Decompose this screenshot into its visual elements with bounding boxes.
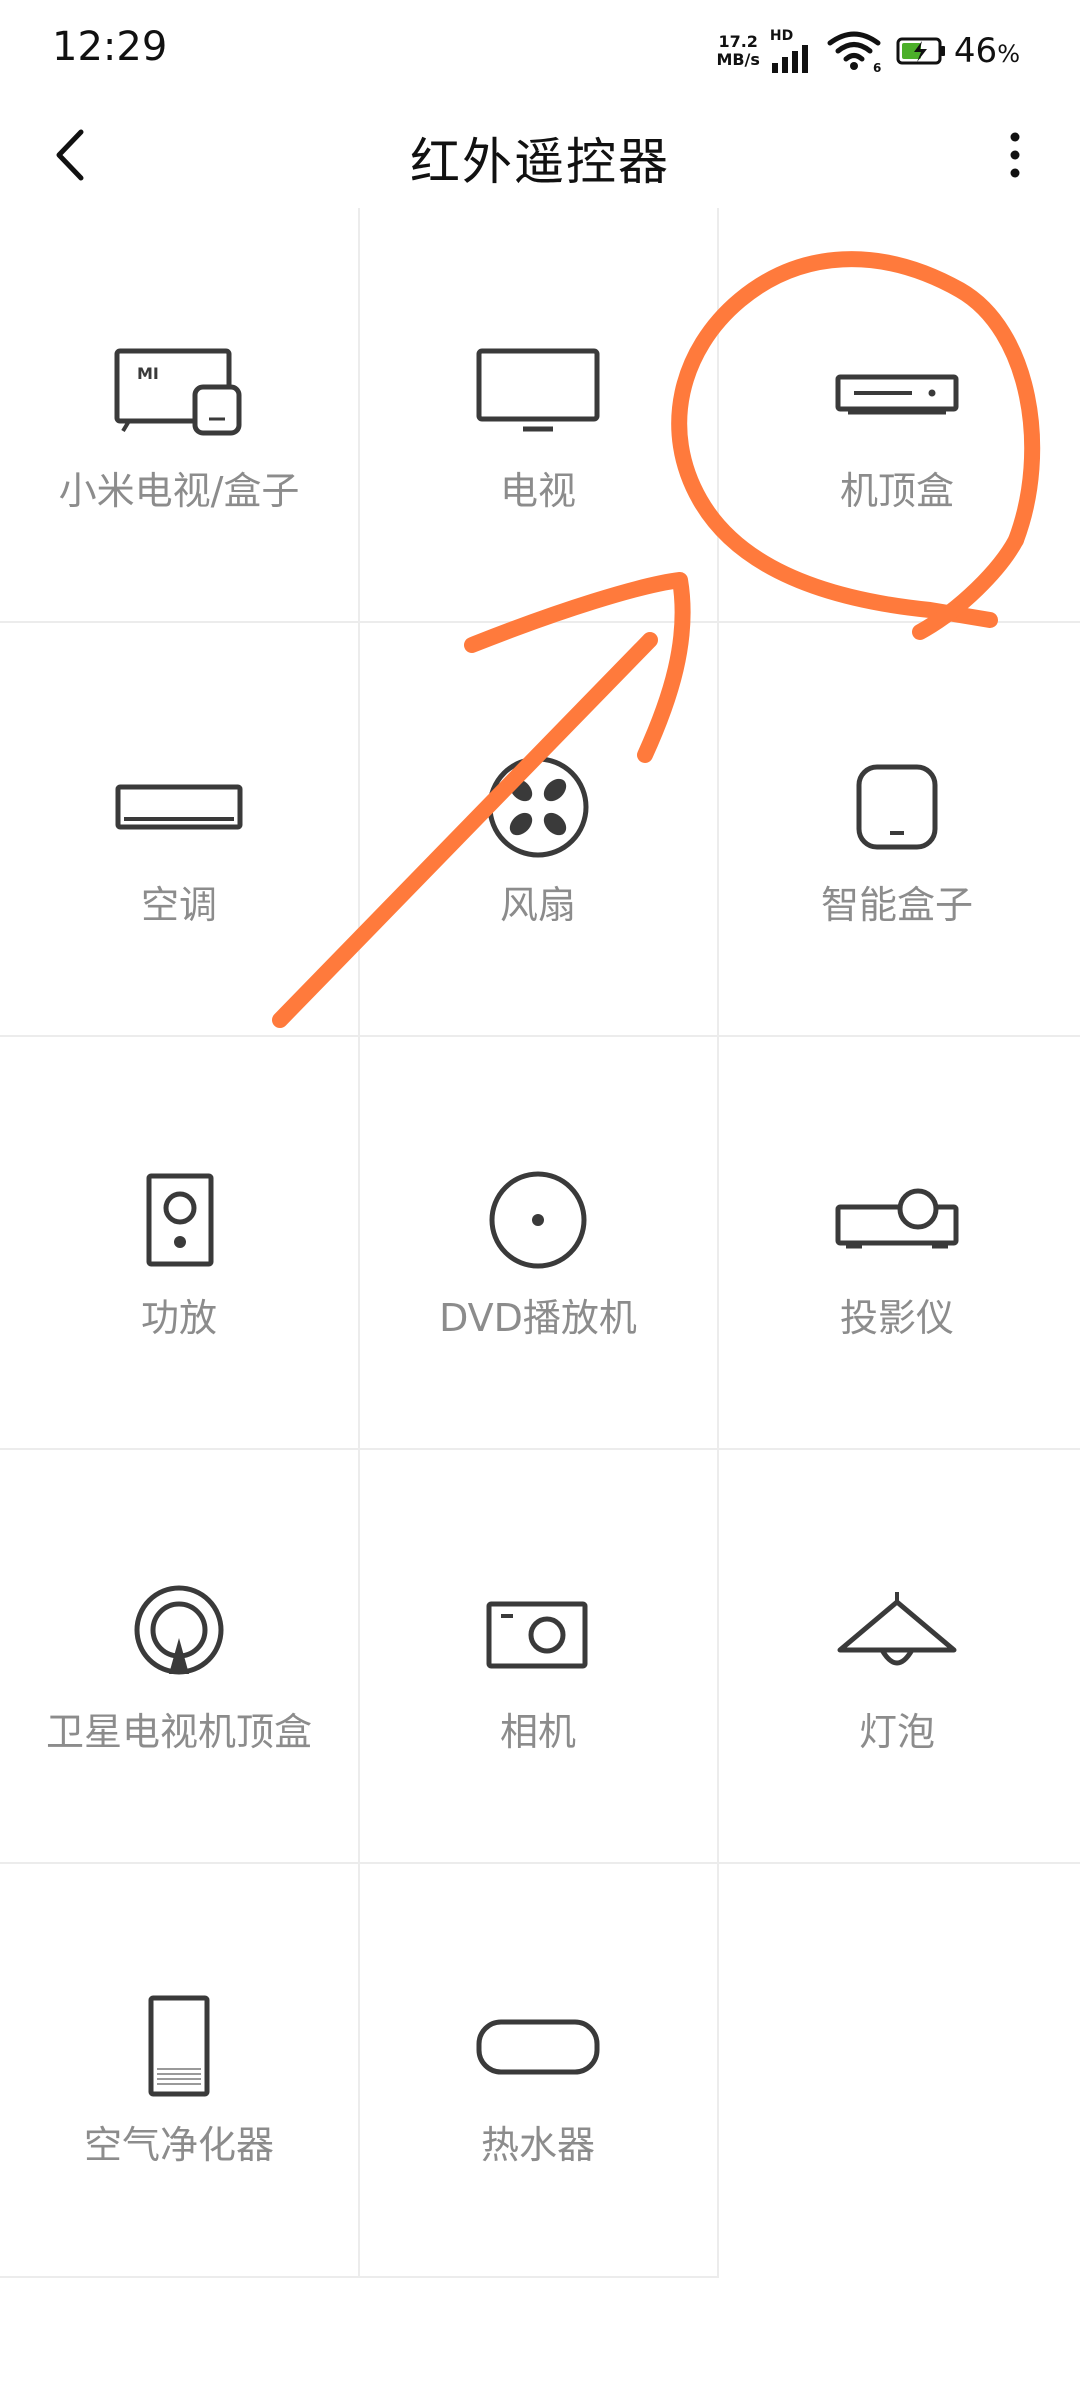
page-title: 红外遥控器 bbox=[410, 133, 670, 191]
device-smart-box[interactable]: 智能盒子 bbox=[718, 622, 1076, 1035]
device-set-top-box[interactable]: 机顶盒 bbox=[718, 208, 1076, 621]
wifi-badge: 6 bbox=[873, 61, 881, 73]
device-label: 风扇 bbox=[499, 883, 576, 927]
battery-percent: 46% bbox=[954, 31, 1020, 71]
device-mi-tv-box[interactable]: MI 小米电视/盒子 bbox=[0, 208, 358, 621]
device-air-conditioner[interactable]: 空调 bbox=[0, 622, 358, 1035]
projector-icon bbox=[718, 1165, 1076, 1275]
device-label: 空调 bbox=[140, 883, 217, 927]
air-purifier-icon bbox=[0, 1992, 358, 2102]
device-dvd-player[interactable]: DVD播放机 bbox=[359, 1035, 717, 1448]
battery-percent-value: 46 bbox=[953, 31, 998, 71]
fan-icon bbox=[359, 752, 717, 862]
tv-icon bbox=[359, 338, 717, 448]
battery-charging-icon bbox=[896, 37, 945, 65]
dvd-player-icon bbox=[359, 1165, 717, 1275]
device-satellite-tv-box[interactable]: 卫星电视机顶盒 bbox=[0, 1449, 358, 1862]
battery: 46% bbox=[896, 31, 1020, 71]
device-label: 灯泡 bbox=[858, 1710, 935, 1754]
more-vertical-icon bbox=[1010, 132, 1020, 178]
status-bar: 12:29 17.2 MB/s HD 6 46% bbox=[0, 0, 1080, 100]
device-label: 小米电视/盒子 bbox=[58, 469, 300, 513]
wifi-icon: 6 bbox=[827, 31, 881, 73]
svg-text:MI: MI bbox=[137, 364, 159, 383]
device-label: 电视 bbox=[499, 469, 576, 513]
device-label: 功放 bbox=[140, 1296, 217, 1340]
app-header: 红外遥控器 bbox=[0, 100, 1080, 210]
device-label: 机顶盒 bbox=[839, 469, 954, 513]
device-water-heater[interactable]: 热水器 bbox=[359, 1862, 717, 2275]
network-speed: 17.2 MB/s bbox=[716, 33, 759, 69]
smart-box-icon bbox=[718, 752, 1076, 862]
mi-tv-box-icon: MI bbox=[0, 338, 358, 448]
status-icons: 17.2 MB/s HD 6 46% bbox=[716, 26, 1020, 76]
more-options-button[interactable] bbox=[980, 120, 1050, 190]
water-heater-icon bbox=[359, 1992, 717, 2102]
device-label: 卫星电视机顶盒 bbox=[45, 1710, 312, 1754]
air-conditioner-icon bbox=[0, 752, 358, 862]
amplifier-icon bbox=[0, 1165, 358, 1275]
device-fan[interactable]: 风扇 bbox=[359, 622, 717, 1035]
hd-signal: HD bbox=[770, 29, 814, 73]
device-tv[interactable]: 电视 bbox=[359, 208, 717, 621]
device-label: 投影仪 bbox=[839, 1296, 954, 1340]
device-camera[interactable]: 相机 bbox=[359, 1449, 717, 1862]
set-top-box-icon bbox=[718, 338, 1076, 448]
grid-divider bbox=[0, 2276, 719, 2278]
device-label: 智能盒子 bbox=[820, 883, 973, 927]
device-light-bulb[interactable]: 灯泡 bbox=[718, 1449, 1076, 1862]
camera-icon bbox=[359, 1579, 717, 1689]
status-time: 12:29 bbox=[52, 24, 168, 70]
device-label: DVD播放机 bbox=[439, 1296, 637, 1340]
network-speed-value: 17.2 bbox=[718, 32, 758, 51]
device-amplifier[interactable]: 功放 bbox=[0, 1035, 358, 1448]
network-speed-unit: MB/s bbox=[716, 50, 760, 69]
satellite-tv-box-icon bbox=[0, 1579, 358, 1689]
hd-label: HD bbox=[769, 28, 794, 44]
light-bulb-icon bbox=[718, 1579, 1076, 1689]
device-label: 空气净化器 bbox=[83, 2123, 274, 2167]
battery-percent-suffix: % bbox=[997, 40, 1020, 68]
signal-icon bbox=[771, 45, 808, 73]
device-air-purifier[interactable]: 空气净化器 bbox=[0, 1862, 358, 2275]
device-projector[interactable]: 投影仪 bbox=[718, 1035, 1076, 1448]
device-label: 热水器 bbox=[480, 2123, 595, 2167]
device-label: 相机 bbox=[499, 1710, 576, 1754]
